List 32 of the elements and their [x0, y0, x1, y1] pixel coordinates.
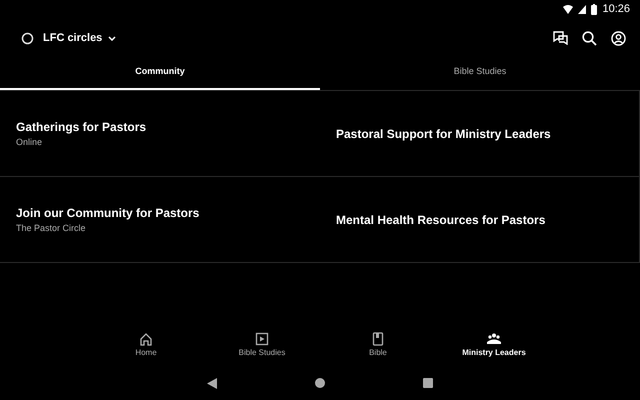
nav-item[interactable]: Home — [88, 332, 204, 368]
tab[interactable]: Community — [0, 58, 320, 90]
home-button-icon[interactable] — [315, 378, 325, 388]
wifi-icon — [563, 4, 574, 14]
account-icon[interactable] — [611, 30, 626, 46]
card-title: Gatherings for Pastors — [16, 120, 148, 134]
nav-item[interactable]: Bible — [320, 332, 436, 368]
tab[interactable]: Bible Studies — [320, 58, 640, 90]
card-subtitle: Online — [16, 137, 44, 147]
back-icon[interactable] — [207, 378, 217, 388]
chat-icon[interactable] — [553, 30, 568, 44]
circle-card[interactable]: Pastoral Support for Ministry Leaders — [320, 91, 640, 177]
card-title: Mental Health Resources for Pastors — [336, 212, 546, 226]
home-icon — [139, 332, 153, 346]
signal-icon — [578, 4, 586, 14]
chevron-down-icon — [108, 36, 116, 40]
nav-item[interactable]: Ministry Leaders — [436, 332, 552, 368]
battery-icon — [591, 4, 598, 14]
play-icon — [255, 332, 269, 346]
circle-card[interactable]: Mental Health Resources for Pastors — [320, 177, 640, 263]
clock-time: 10:26 — [602, 3, 630, 15]
search-icon[interactable] — [582, 30, 597, 46]
card-title: Pastoral Support for Ministry Leaders — [336, 126, 552, 140]
circle-selector[interactable]: LFC circles — [43, 32, 116, 44]
people-icon — [487, 332, 501, 346]
circle-card[interactable]: Gatherings for Pastors Online — [0, 91, 320, 177]
loading-icon — [21, 32, 34, 44]
book-icon — [371, 332, 385, 346]
circle-card[interactable]: Join our Community for Pastors The Pastor Circle — [0, 177, 320, 263]
nav-item[interactable]: Bible Studies — [204, 332, 320, 368]
card-title: Join our Community for Pastors — [16, 206, 200, 220]
card-subtitle: The Pastor Circle — [16, 223, 87, 233]
